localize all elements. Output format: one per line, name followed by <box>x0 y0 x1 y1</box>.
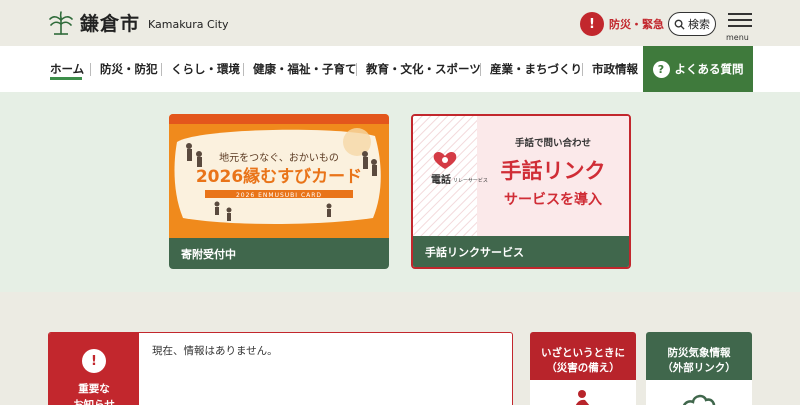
hamburger-icon <box>728 13 752 15</box>
question-icon: ? <box>652 60 670 78</box>
nav-item-city-info[interactable]: 市政情報 <box>592 46 638 92</box>
disaster-preparedness-line1: いざというときに <box>541 347 625 359</box>
nav-item-home[interactable]: ホーム <box>50 46 84 92</box>
sign-lead-text: 手話で問い合わせ <box>515 137 591 149</box>
enmusubi-headline-main: 2026縁むすびカード <box>196 166 362 187</box>
banner-caption: 寄附受付中 <box>169 238 389 269</box>
important-notice-label-line1: 重要な <box>78 383 110 395</box>
exclamation-icon: ! <box>580 12 604 36</box>
emergency-label: 防災・緊急 <box>609 18 664 31</box>
sign-title-line1: 手話リンク <box>501 159 606 183</box>
disaster-preparedness-line2: （災害の備え） <box>546 362 620 374</box>
disaster-preparedness-link[interactable]: いざというときに （災害の備え） <box>530 332 636 405</box>
nav-divider <box>90 63 91 76</box>
bamboo-logo-icon <box>49 10 73 35</box>
weather-info-body <box>646 380 752 405</box>
faq-button[interactable]: ? よくある質問 <box>643 46 753 92</box>
disaster-preparedness-header: いざというときに （災害の備え） <box>530 332 636 380</box>
nav-divider <box>582 63 583 76</box>
nav-divider <box>243 63 244 76</box>
weather-info-line2: （外部リンク） <box>662 362 736 374</box>
relay-logo-text-sub: リレーサービス <box>453 177 488 184</box>
important-notice-header: ! 重要な お知らせ <box>49 333 139 405</box>
nav-item-disaster-prevention[interactable]: 防災・防犯 <box>100 46 158 92</box>
important-notice-box: ! 重要な お知らせ 現在、情報はありません。 <box>48 332 513 405</box>
relay-logo-text-main: 電話 <box>431 173 451 186</box>
important-notice-label-line2: お知らせ <box>73 399 115 405</box>
menu-label: menu <box>726 33 749 42</box>
nav-item-education-culture[interactable]: 教育・文化・スポーツ <box>366 46 481 92</box>
disaster-preparedness-body <box>530 380 636 405</box>
weather-info-line1: 防災気象情報 <box>667 347 731 359</box>
global-nav: ホーム 防災・防犯 くらし・環境 健康・福祉・子育て 教育・文化・スポーツ 産業… <box>0 46 800 92</box>
nav-item-industry[interactable]: 産業・まちづくり <box>490 46 582 92</box>
important-notice-label: 重要な お知らせ <box>49 381 139 405</box>
menu-button[interactable]: menu <box>726 12 753 42</box>
weather-info-header: 防災気象情報 （外部リンク） <box>646 332 752 380</box>
hamburger-line <box>728 19 752 21</box>
enmusubi-banner-image: 地元をつなぐ、おかいもの 2026縁むすびカード 2026 ENMUSUBI C… <box>169 114 389 238</box>
hamburger-line <box>728 25 752 27</box>
nav-divider <box>480 63 481 76</box>
nav-item-living[interactable]: くらし・環境 <box>171 46 240 92</box>
city-name-en: Kamakura City <box>148 18 229 31</box>
nav-divider <box>161 63 162 76</box>
emergency-link[interactable]: ! 防災・緊急 <box>580 11 664 37</box>
faq-label: よくある質問 <box>674 62 744 76</box>
enmusubi-headline-small: 地元をつなぐ、おかいもの <box>219 151 339 164</box>
banner-caption: 手話リンクサービス <box>413 236 629 267</box>
sign-title-line2: サービスを導入 <box>504 191 602 208</box>
nav-active-indicator <box>50 77 82 80</box>
search-label: 検索 <box>688 18 710 31</box>
enmusubi-ribbon: 2026 ENMUSUBI CARD <box>236 192 322 199</box>
site-header: 鎌倉市 Kamakura City ! 防災・緊急 検索 menu <box>0 0 800 46</box>
banner-enmusubi-card[interactable]: 地元をつなぐ、おかいもの 2026縁むすびカード 2026 ENMUSUBI C… <box>169 114 389 269</box>
search-button[interactable]: 検索 <box>668 12 716 36</box>
weather-info-link[interactable]: 防災気象情報 （外部リンク） <box>646 332 752 405</box>
sign-language-banner-image: 電話 リレーサービス 手話で問い合わせ 手話リンク サービスを導入 <box>413 116 629 236</box>
nav-item-health-welfare[interactable]: 健康・福祉・子育て <box>253 46 357 92</box>
person-crouching-icon <box>575 390 590 405</box>
nav-divider <box>356 63 357 76</box>
exclamation-icon: ! <box>82 349 106 373</box>
cloud-icon <box>682 394 716 405</box>
search-icon <box>674 19 685 30</box>
banner-area <box>0 92 800 292</box>
important-notice-text: 現在、情報はありません。 <box>152 345 278 357</box>
site-logo[interactable]: 鎌倉市 Kamakura City <box>48 9 229 36</box>
city-name: 鎌倉市 <box>80 13 141 35</box>
banner-sign-language-link[interactable]: 電話 リレーサービス 手話で問い合わせ 手話リンク サービスを導入 手話リンクサ… <box>411 114 631 269</box>
